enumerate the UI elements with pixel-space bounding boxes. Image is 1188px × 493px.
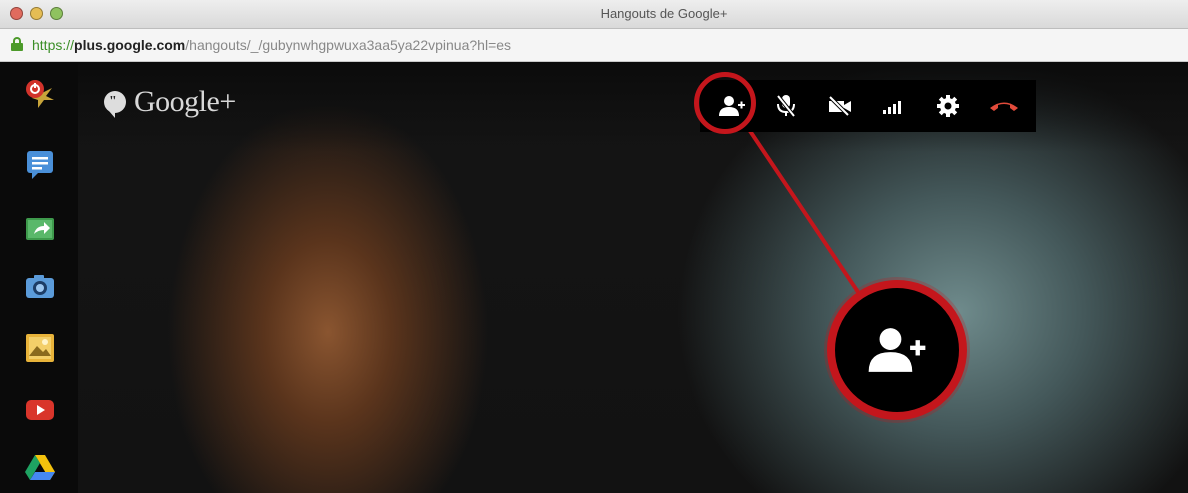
- drive-icon[interactable]: [24, 452, 56, 484]
- camera-off-icon: [828, 96, 851, 116]
- mute-mic-button[interactable]: [760, 80, 812, 132]
- signal-icon: [883, 101, 901, 114]
- settings-gear-icon: [937, 95, 959, 117]
- address-bar[interactable]: https://plus.google.com/hangouts/_/gubyn…: [0, 29, 1188, 62]
- secure-lock-icon: [11, 37, 23, 51]
- hangouts-logo-icon: ": [104, 91, 126, 118]
- invite-people-icon: [868, 328, 926, 372]
- logo-text: Google+: [134, 85, 236, 118]
- camera-icon[interactable]: [24, 270, 56, 302]
- url-text[interactable]: https://plus.google.com/hangouts/_/gubyn…: [32, 37, 511, 53]
- screenshare-icon[interactable]: [24, 214, 56, 246]
- window-titlebar: Hangouts de Google+: [0, 0, 1188, 29]
- mute-mic-icon: [776, 94, 796, 118]
- signal-button[interactable]: [868, 80, 920, 132]
- url-host: plus.google.com: [74, 37, 186, 53]
- apps-sidebar: [0, 62, 78, 493]
- url-path: /hangouts/_/gubynwhgpwuxa3aa5ya22vpinua?…: [185, 37, 512, 53]
- invite-callout-magnified: [827, 280, 967, 420]
- camera-off-button[interactable]: [814, 80, 866, 132]
- window-title: Hangouts de Google+: [600, 6, 728, 21]
- hangouts-icon[interactable]: [24, 78, 56, 110]
- hang-up-icon: [990, 102, 1018, 111]
- hang-up-button[interactable]: [978, 80, 1030, 132]
- youtube-icon[interactable]: [24, 394, 56, 426]
- google-plus-logo: " Google+: [104, 85, 236, 119]
- photos-icon[interactable]: [24, 332, 56, 364]
- url-protocol: https://: [32, 37, 75, 53]
- highlight-ring-small: [694, 72, 756, 134]
- settings-button[interactable]: [922, 80, 974, 132]
- chat-icon[interactable]: [24, 148, 56, 180]
